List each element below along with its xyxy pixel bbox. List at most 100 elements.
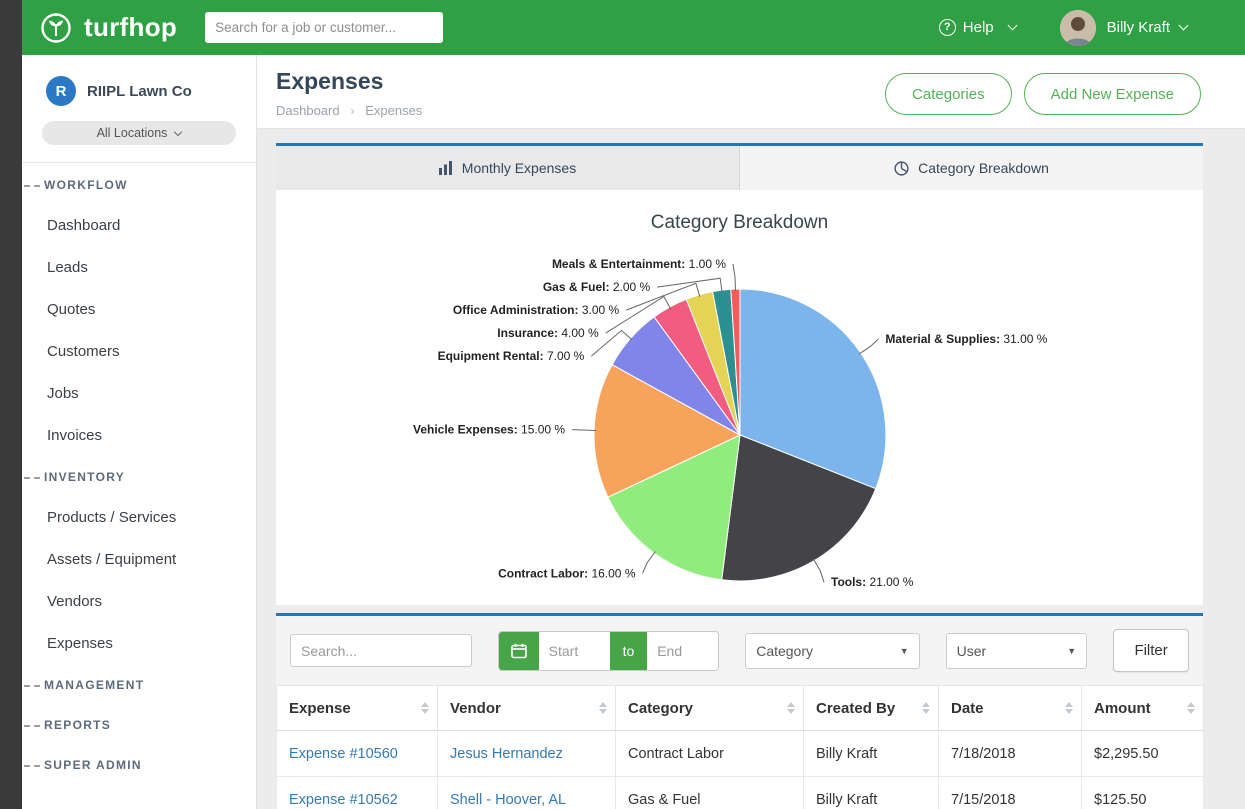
avatar[interactable] (1060, 10, 1096, 46)
chart-tabs: Monthly Expenses Category Breakdown (276, 143, 1203, 190)
sort-icon[interactable] (1187, 702, 1195, 714)
end-date-input[interactable] (647, 632, 718, 670)
sort-icon[interactable] (1065, 702, 1073, 714)
top-bar-right: ? Help Billy Kraft (939, 10, 1187, 46)
breadcrumb-dashboard[interactable]: Dashboard (276, 103, 340, 118)
tab-monthly-expenses[interactable]: Monthly Expenses (276, 146, 739, 190)
sidebar-item-invoices[interactable]: Invoices (22, 415, 256, 457)
sidebar: R RIIPL Lawn Co All Locations WORKFLOWDa… (22, 55, 257, 809)
page-title: Expenses (276, 68, 422, 95)
cell-category: Contract Labor (616, 731, 804, 777)
chevron-down-icon (1007, 21, 1017, 31)
pie-label-contract-labor: Contract Labor: 16.00 % (498, 566, 636, 580)
sidebar-item-dashboard[interactable]: Dashboard (22, 205, 256, 247)
column-label: Date (951, 700, 984, 717)
column-header-date[interactable]: Date (939, 686, 1082, 731)
pie-label-insurance: Insurance: 4.00 % (497, 326, 599, 340)
table-row: Expense #10562 Shell - Hoover, AL Gas & Fu… (277, 777, 1204, 809)
sidebar-section-workflow[interactable]: WORKFLOW (22, 165, 256, 205)
sidebar-section-reports[interactable]: REPORTS (22, 705, 256, 745)
global-search-input[interactable] (205, 12, 443, 43)
tab-label: Category Breakdown (918, 160, 1049, 176)
column-header-vendor[interactable]: Vendor (438, 686, 616, 731)
user-menu-name[interactable]: Billy Kraft (1107, 19, 1170, 36)
category-select-value: Category (756, 643, 813, 659)
column-header-amount[interactable]: Amount (1082, 686, 1204, 731)
sort-icon[interactable] (421, 702, 429, 714)
breadcrumb: Dashboard › Expenses (276, 103, 422, 118)
company-logo: R (46, 76, 76, 106)
calendar-button[interactable] (499, 632, 539, 670)
sidebar-item-expenses[interactable]: Expenses (22, 623, 256, 665)
link-shell-hoover-al[interactable]: Shell - Hoover, AL (450, 792, 566, 808)
sidebar-item-products-services[interactable]: Products / Services (22, 497, 256, 539)
page-actions: Categories Add New Expense (885, 68, 1201, 128)
logo-text: turfhop (84, 12, 177, 43)
column-header-expense[interactable]: Expense (277, 686, 438, 731)
table-row: Expense #10560 Jesus Hernandez Contract La… (277, 731, 1204, 777)
column-label: Created By (816, 700, 895, 717)
help-icon: ? (939, 19, 956, 36)
pie-label-connector (859, 339, 878, 354)
sidebar-item-jobs[interactable]: Jobs (22, 373, 256, 415)
user-chevron-down-icon[interactable] (1179, 21, 1189, 31)
turfhop-logo[interactable]: turfhop (38, 10, 177, 46)
category-select[interactable]: Category ▼ (745, 633, 919, 669)
pie-label-connector (733, 264, 736, 291)
page: turfhop ? Help Billy Kraft R RIIPL L (0, 0, 1245, 809)
sidebar-section-inventory[interactable]: INVENTORY (22, 457, 256, 497)
sidebar-section-management[interactable]: MANAGEMENT (22, 665, 256, 705)
sort-icon[interactable] (599, 702, 607, 714)
bar-chart-icon (439, 161, 453, 175)
filter-bar: to Category ▼ User ▼ Filter (276, 616, 1203, 685)
main-content: Expenses Dashboard › Expenses Categories… (257, 55, 1245, 809)
link-expense-10560[interactable]: Expense #10560 (289, 746, 398, 762)
table-search-input[interactable] (290, 634, 472, 667)
page-header: Expenses Dashboard › Expenses Categories… (257, 55, 1245, 129)
left-dark-rail (0, 0, 22, 809)
chart-title: Category Breakdown (276, 212, 1203, 234)
cell-vendor: Shell - Hoover, AL (438, 777, 616, 809)
categories-button[interactable]: Categories (885, 73, 1012, 115)
sidebar-item-leads[interactable]: Leads (22, 247, 256, 289)
pie-chart-panel: Category Breakdown Material & Supplies: … (276, 190, 1203, 605)
sort-icon[interactable] (922, 702, 930, 714)
avatar-photo (1060, 10, 1096, 46)
help-menu[interactable]: ? Help (939, 19, 1016, 36)
sidebar-item-assets-equipment[interactable]: Assets / Equipment (22, 539, 256, 581)
tab-label: Monthly Expenses (462, 160, 576, 176)
sidebar-section-super-admin[interactable]: SUPER ADMIN (22, 745, 256, 785)
cell-vendor: Jesus Hernandez (438, 731, 616, 777)
add-new-expense-button[interactable]: Add New Expense (1024, 73, 1201, 115)
start-date-input[interactable] (539, 632, 610, 670)
link-jesus-hernandez[interactable]: Jesus Hernandez (450, 746, 563, 762)
column-label: Category (628, 700, 693, 717)
cell-date: 7/15/2018 (939, 777, 1082, 809)
column-header-category[interactable]: Category (616, 686, 804, 731)
cell-category: Gas & Fuel (616, 777, 804, 809)
cell-amount: $2,295.50 (1082, 731, 1204, 777)
pie-label-vehicle-expenses: Vehicle Expenses: 15.00 % (413, 423, 565, 437)
breadcrumb-separator: › (350, 103, 354, 118)
sidebar-item-vendors[interactable]: Vendors (22, 581, 256, 623)
user-select[interactable]: User ▼ (946, 633, 1088, 669)
content: Monthly Expenses Category Breakdown Cate… (276, 143, 1203, 809)
pie-label-connector (643, 552, 656, 574)
cell-amount: $125.50 (1082, 777, 1204, 809)
filter-button[interactable]: Filter (1113, 629, 1189, 672)
column-header-created-by[interactable]: Created By (804, 686, 939, 731)
table-body: Expense #10560 Jesus Hernandez Contract La… (277, 731, 1204, 809)
sidebar-item-quotes[interactable]: Quotes (22, 289, 256, 331)
column-label: Expense (289, 700, 351, 717)
date-range-group: to (498, 631, 719, 671)
to-label: to (610, 632, 648, 670)
link-expense-10562[interactable]: Expense #10562 (289, 792, 398, 808)
sidebar-item-customers[interactable]: Customers (22, 331, 256, 373)
select-caret-icon: ▼ (900, 646, 909, 656)
tab-category-breakdown[interactable]: Category Breakdown (739, 146, 1203, 190)
location-selector[interactable]: All Locations (42, 121, 236, 145)
pie-chart-svg: Material & Supplies: 31.00 %Tools: 21.00… (276, 190, 1203, 605)
pie-label-equipment-rental: Equipment Rental: 7.00 % (438, 349, 585, 363)
sort-icon[interactable] (787, 702, 795, 714)
column-label: Amount (1094, 700, 1151, 717)
